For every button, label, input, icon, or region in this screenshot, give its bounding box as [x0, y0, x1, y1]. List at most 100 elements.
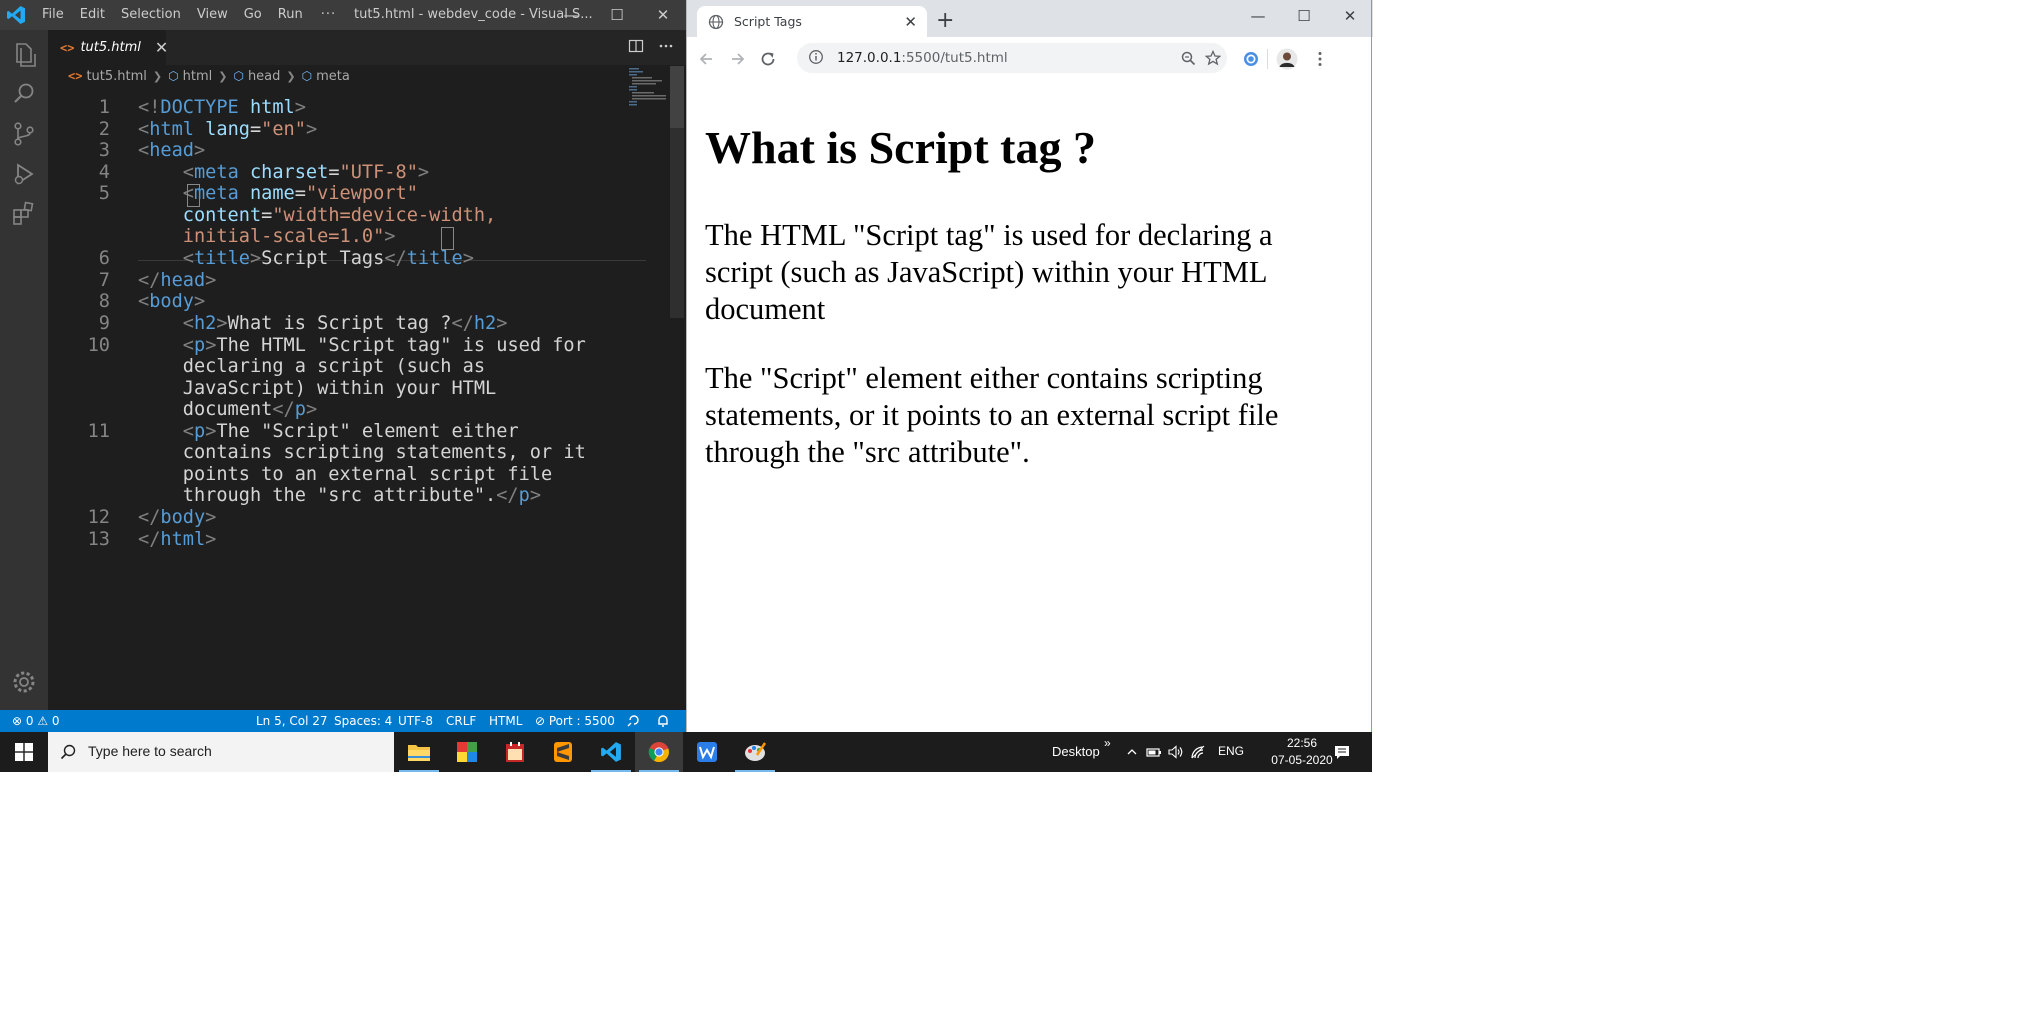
- encoding[interactable]: UTF-8: [398, 714, 433, 728]
- indentation[interactable]: Spaces: 4: [334, 714, 392, 728]
- running-indicator: [399, 770, 439, 772]
- code-editor[interactable]: 1 2 3 4 5 6 7 8 9 10 11 12 13 <!DOCTYPE …: [48, 87, 668, 710]
- minimap[interactable]: [628, 66, 668, 116]
- minimize-button[interactable]: —: [548, 0, 594, 30]
- profile-avatar[interactable]: [1276, 48, 1298, 70]
- search-icon[interactable]: [8, 78, 40, 110]
- chevron-up-icon[interactable]: [1126, 746, 1138, 758]
- chevron-right-icon: ❯: [286, 69, 296, 83]
- breadcrumb-meta[interactable]: meta: [316, 69, 350, 84]
- symbol-icon: ⬡: [301, 69, 313, 83]
- tab-close-icon[interactable]: ✕: [904, 13, 917, 31]
- url-text[interactable]: 127.0.0.1:5500/tut5.html: [837, 50, 1008, 66]
- forward-arrow-icon[interactable]: [729, 50, 747, 68]
- code-line-wrap: through the "src attribute".</p>: [182, 485, 542, 506]
- windows-logo-icon: [15, 743, 33, 761]
- zoom-icon[interactable]: [1181, 51, 1196, 66]
- maximize-button[interactable]: ☐: [1281, 0, 1327, 32]
- desktop-toolbar-label[interactable]: Desktop: [1052, 744, 1100, 759]
- page-paragraph-2: The "Script" element either contains scr…: [705, 361, 1279, 469]
- minimize-button[interactable]: —: [1235, 0, 1281, 32]
- split-editor-icon[interactable]: [628, 38, 644, 54]
- taskbar-chrome[interactable]: [635, 732, 683, 772]
- input-language-indicator[interactable]: ENG: [1218, 744, 1244, 758]
- vscode-menu-bar: File Edit Selection View Go Run ···: [42, 7, 352, 22]
- close-button[interactable]: ✕: [1327, 0, 1373, 32]
- wifi-icon[interactable]: [1190, 745, 1206, 759]
- back-arrow-icon[interactable]: [697, 50, 715, 68]
- explorer-icon[interactable]: [8, 38, 40, 70]
- line-number: 2: [98, 119, 110, 140]
- feedback-icon[interactable]: [626, 714, 640, 728]
- search-placeholder: Type here to search: [88, 743, 212, 759]
- more-actions-icon[interactable]: [658, 38, 674, 54]
- bookmark-star-icon[interactable]: [1205, 50, 1221, 66]
- code-line-wrap: points to an external script file: [182, 464, 553, 485]
- taskbar-search-box[interactable]: Type here to search: [48, 732, 394, 772]
- editor-tab-bar: <> tut5.html ✕: [48, 30, 686, 65]
- line-number: 4: [98, 162, 110, 183]
- extensions-icon[interactable]: [8, 198, 40, 230]
- extension-icon[interactable]: [1242, 50, 1260, 68]
- menu-more-button[interactable]: ···: [321, 7, 336, 22]
- tab-close-icon[interactable]: ✕: [155, 38, 168, 57]
- line-number: 9: [98, 313, 110, 334]
- html-file-icon: <>: [68, 69, 83, 83]
- menu-run[interactable]: Run: [278, 7, 303, 22]
- run-debug-icon[interactable]: [8, 158, 40, 190]
- volume-icon[interactable]: [1168, 745, 1184, 759]
- address-bar[interactable]: 127.0.0.1:5500/tut5.html: [797, 43, 1227, 73]
- paint-palette-icon: [745, 742, 767, 761]
- editor-tab-tut5[interactable]: <> tut5.html ✕: [48, 30, 168, 65]
- breadcrumb-head[interactable]: head: [248, 69, 280, 84]
- close-button[interactable]: ✕: [640, 0, 686, 30]
- live-server-port[interactable]: ⊘ Port : 5500: [535, 714, 615, 728]
- taskbar-app-1[interactable]: [443, 732, 491, 772]
- line-number: 6: [98, 248, 110, 269]
- settings-gear-icon[interactable]: [8, 666, 40, 698]
- action-center-icon[interactable]: [1334, 744, 1350, 760]
- line-number: 8: [98, 291, 110, 312]
- menu-edit[interactable]: Edit: [80, 7, 105, 22]
- symbol-icon: ⬡: [168, 69, 179, 83]
- source-control-icon[interactable]: [8, 118, 40, 150]
- clock-time[interactable]: 22:56: [1272, 736, 1332, 750]
- start-button[interactable]: [0, 732, 48, 772]
- running-indicator: [591, 770, 631, 772]
- taskbar-sublime-text[interactable]: [539, 732, 587, 772]
- sublime-text-icon: [554, 742, 572, 762]
- breadcrumb-file[interactable]: tut5.html: [86, 69, 146, 84]
- browser-tab[interactable]: Script Tags ✕: [697, 6, 927, 37]
- reload-icon[interactable]: [759, 50, 777, 68]
- scrollbar-thumb[interactable]: [670, 66, 684, 128]
- cursor-position[interactable]: Ln 5, Col 27: [256, 714, 328, 728]
- taskbar-vscode[interactable]: [587, 732, 635, 772]
- problems-indicator[interactable]: ⊗ 0 ⚠ 0: [12, 714, 60, 728]
- taskbar-app-2[interactable]: [491, 732, 539, 772]
- taskbar-file-explorer[interactable]: [395, 732, 443, 772]
- toolbar-overflow-icon[interactable]: »: [1104, 736, 1111, 750]
- chrome-menu-icon[interactable]: [1311, 50, 1329, 68]
- end-of-line[interactable]: CRLF: [446, 714, 476, 728]
- menu-view[interactable]: View: [197, 7, 228, 22]
- code-line: </body>: [138, 507, 217, 528]
- taskbar-wps-writer[interactable]: [683, 732, 731, 772]
- taskbar-paint[interactable]: [731, 732, 779, 772]
- breadcrumb-html[interactable]: html: [183, 69, 213, 84]
- language-mode[interactable]: HTML: [489, 714, 522, 728]
- clock-date[interactable]: 07-05-2020: [1258, 753, 1346, 767]
- new-tab-button[interactable]: +: [936, 8, 954, 33]
- system-tray: Desktop » ENG 22:56 07-05-2020: [1040, 732, 1372, 772]
- menu-selection[interactable]: Selection: [121, 7, 181, 22]
- browser-tab-title: Script Tags: [734, 14, 802, 29]
- menu-go[interactable]: Go: [244, 7, 262, 22]
- battery-icon[interactable]: [1146, 745, 1162, 759]
- menu-file[interactable]: File: [42, 7, 64, 22]
- maximize-button[interactable]: ☐: [594, 0, 640, 30]
- notifications-bell-icon[interactable]: [656, 714, 670, 728]
- editor-scrollbar[interactable]: [670, 66, 684, 710]
- toolbar-divider: [1267, 49, 1268, 69]
- site-info-icon[interactable]: [808, 49, 824, 65]
- windows-taskbar: Type here to search Desktop » ENG 22:56 …: [0, 732, 1372, 772]
- line-number: 12: [87, 507, 110, 528]
